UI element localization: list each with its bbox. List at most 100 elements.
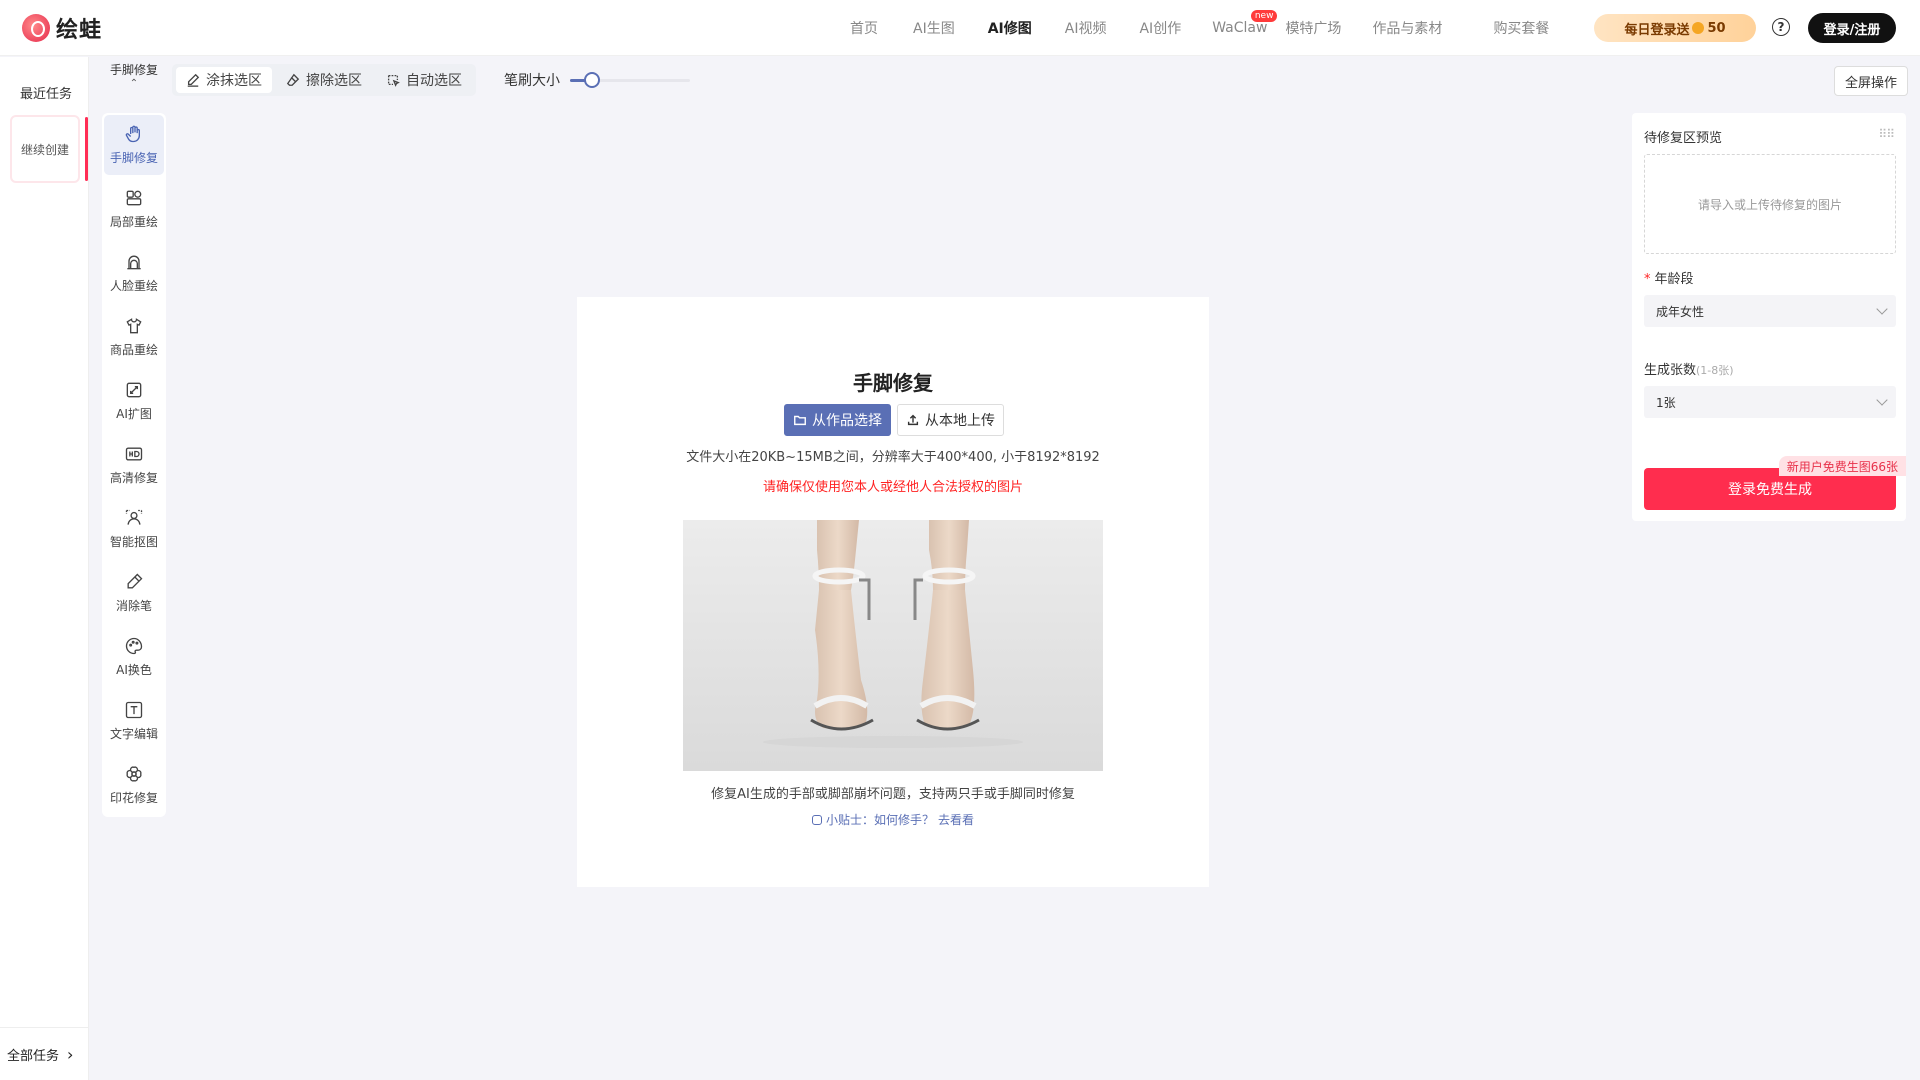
chevron-right-icon: › xyxy=(67,1044,74,1064)
paint-selection-label: 涂抹选区 xyxy=(206,73,262,89)
tool-face-redraw[interactable]: 人脸重绘 xyxy=(104,243,164,303)
age-group-label: * 年龄段 xyxy=(1644,268,1694,287)
preview-title: 待修复区预览 xyxy=(1644,131,1723,146)
nav-item-ai-image[interactable]: AI生图 xyxy=(913,18,955,38)
tool-hd-repair[interactable]: 高清修复 xyxy=(104,435,164,495)
tool-ai-expand[interactable]: AI扩图 xyxy=(104,371,164,431)
chevron-down-icon xyxy=(1876,303,1888,315)
tool-label: 人脸重绘 xyxy=(109,279,158,293)
new-badge: new xyxy=(1250,10,1278,22)
tshirt-icon xyxy=(126,318,142,334)
count-value: 1张 xyxy=(1656,395,1676,410)
tool-label: 手脚修复 xyxy=(109,151,158,165)
tool-label: 消除笔 xyxy=(115,599,152,613)
auto-selection-button[interactable]: 自动选区 xyxy=(376,67,472,93)
tip-link[interactable]: 去看看 xyxy=(938,811,974,828)
select-from-works-button[interactable]: 从作品选择 xyxy=(784,404,891,436)
cutout-icon xyxy=(125,509,143,525)
fullscreen-button[interactable]: 全屏操作 xyxy=(1834,66,1908,96)
shapes-icon xyxy=(126,190,142,206)
authorization-warning: 请确保仅使用您本人或经他人合法授权的图片 xyxy=(762,480,1023,495)
nav-item-home[interactable]: 首页 xyxy=(850,18,878,38)
tool-category-toggle[interactable]: 手脚修复 ⌃ xyxy=(102,63,166,91)
continue-create-card[interactable]: 继续创建 xyxy=(10,115,80,183)
preview-dropzone[interactable]: 请导入或上传待修复的图片 xyxy=(1644,154,1896,254)
age-group-value: 成年女性 xyxy=(1656,304,1705,319)
count-label: 生成张数(1-8张) xyxy=(1644,359,1734,378)
auto-selection-label: 自动选区 xyxy=(406,73,462,89)
tool-label: AI扩图 xyxy=(116,407,152,421)
tool-label: 印花修复 xyxy=(109,791,158,805)
login-register-button[interactable]: 登录/注册 xyxy=(1808,13,1896,43)
active-indicator xyxy=(85,117,88,181)
slider-thumb[interactable] xyxy=(584,72,600,88)
chevron-down-icon xyxy=(1876,394,1888,406)
tool-label: 文字编辑 xyxy=(109,727,158,741)
hand-icon xyxy=(125,125,140,143)
settings-panel: 待修复区预览 ⠿⠿ 请导入或上传待修复的图片 * 年龄段 成年女性 生成张数(1-… xyxy=(1632,113,1906,521)
tool-label: 局部重绘 xyxy=(109,215,158,229)
daily-login-label: 每日登录送 xyxy=(1624,22,1690,38)
erase-selection-label: 擦除选区 xyxy=(306,73,362,89)
age-group-select[interactable]: 成年女性 xyxy=(1644,295,1896,327)
tool-partial-redraw[interactable]: 局部重绘 xyxy=(104,179,164,239)
tip-text: 小贴士：如何修手？ xyxy=(825,813,934,827)
tool-eraser-pen[interactable]: 消除笔 xyxy=(104,563,164,623)
brush-icon xyxy=(187,73,200,87)
nav-item-waclaw-label: WaClaw xyxy=(1212,20,1268,36)
feature-description: 修复AI生成的手部或脚部崩坏问题，支持两只手或手脚同时修复 xyxy=(711,787,1075,802)
upload-local-label: 从本地上传 xyxy=(925,413,995,429)
coin-icon xyxy=(1692,22,1705,34)
nav-item-waclaw[interactable]: WaClaw new xyxy=(1212,10,1278,36)
nav-item-ai-create[interactable]: AI创作 xyxy=(1139,18,1181,38)
brand-name: 绘蛙 xyxy=(56,18,103,43)
nav-item-ai-retouch[interactable]: AI修图 xyxy=(988,18,1032,38)
flower-icon xyxy=(126,766,142,782)
brush-size-slider[interactable] xyxy=(570,70,690,90)
tool-label: AI换色 xyxy=(116,663,152,677)
erase-selection-button[interactable]: 擦除选区 xyxy=(276,67,372,93)
tool-label: 智能抠图 xyxy=(109,535,158,549)
tool-smart-cutout[interactable]: 智能抠图 xyxy=(104,499,164,559)
upload-local-button[interactable]: 从本地上传 xyxy=(897,404,1004,436)
select-from-works-label: 从作品选择 xyxy=(812,413,882,429)
top-navigation: 绘蛙 首页 AI生图 AI修图 AI视频 AI创作 WaClaw new 模特广… xyxy=(0,0,1920,56)
nav-item-model-square[interactable]: 模特广场 xyxy=(1285,18,1341,38)
dropzone-placeholder: 请导入或上传待修复的图片 xyxy=(1697,197,1842,212)
logo-mark-icon xyxy=(22,14,50,42)
promo-badge: 新用户免费生图66张 xyxy=(1778,456,1906,476)
recent-tasks-rail: 最近任务 继续创建 全部任务 › xyxy=(0,57,89,1080)
drag-handle-icon[interactable]: ⠿⠿ xyxy=(1878,127,1895,141)
nav-menu: 首页 AI生图 AI修图 AI视频 AI创作 WaClaw new 模特广场 作… xyxy=(850,0,1549,56)
selection-options-bar: 涂抹选区 擦除选区 自动选区 笔刷大小 xyxy=(172,64,690,96)
count-text: 生成张数 xyxy=(1644,363,1697,378)
required-mark: * xyxy=(1644,272,1651,287)
nav-item-ai-video[interactable]: AI视频 xyxy=(1065,18,1107,38)
upload-card: 手脚修复 从作品选择 从本地上传 文件大小在20KB~15MB之间，分辨率大于4… xyxy=(577,297,1209,887)
daily-login-reward-button[interactable]: 每日登录送 50 xyxy=(1594,14,1756,42)
tool-category-label: 手脚修复 xyxy=(109,63,158,77)
all-tasks-link[interactable]: 全部任务 › xyxy=(0,1027,89,1080)
page-title: 手脚修复 xyxy=(853,371,933,395)
tool-print-repair[interactable]: 印花修复 xyxy=(104,755,164,815)
paint-selection-button[interactable]: 涂抹选区 xyxy=(176,67,272,93)
eraser-icon xyxy=(286,73,300,86)
upload-buttons: 从作品选择 从本地上传 xyxy=(784,404,1004,436)
file-requirements: 文件大小在20KB~15MB之间，分辨率大于400*400, 小于8192*81… xyxy=(686,450,1100,465)
tool-product-redraw[interactable]: 商品重绘 xyxy=(104,307,164,367)
tool-hand-repair[interactable]: 手脚修复 xyxy=(104,115,164,175)
tool-ai-recolor[interactable]: AI换色 xyxy=(104,627,164,687)
tool-text-edit[interactable]: 文字编辑 xyxy=(104,691,164,751)
tool-label: 商品重绘 xyxy=(109,343,158,357)
folder-icon xyxy=(794,415,806,426)
palette-icon xyxy=(125,637,143,655)
nav-item-buy-plan[interactable]: 购买套餐 xyxy=(1493,18,1549,38)
daily-login-value: 50 xyxy=(1707,20,1726,36)
continue-create-label: 继续创建 xyxy=(20,142,69,157)
tool-label: 高清修复 xyxy=(109,471,158,485)
nav-item-works[interactable]: 作品与素材 xyxy=(1372,18,1442,38)
selection-mode-group: 涂抹选区 擦除选区 自动选区 xyxy=(172,64,476,96)
help-icon[interactable]: ? xyxy=(1772,18,1790,36)
brand-logo[interactable]: 绘蛙 xyxy=(22,12,102,44)
count-select[interactable]: 1张 xyxy=(1644,386,1896,418)
